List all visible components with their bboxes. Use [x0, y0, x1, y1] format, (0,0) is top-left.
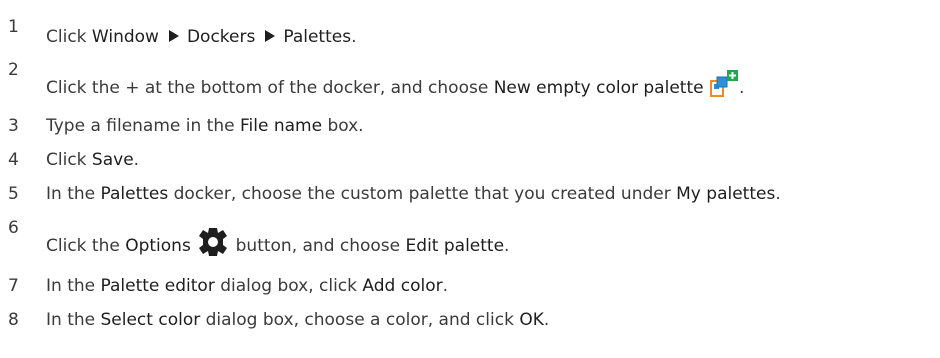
menu-dockers: Dockers — [186, 27, 256, 47]
new-empty-color-palette-label: New empty color palette — [493, 78, 704, 98]
step-text-plain: Click the + at the bottom of the docker,… — [46, 78, 494, 98]
menu-arrow-icon — [265, 30, 276, 42]
step-text: In the Palettes docker, choose the custo… — [46, 183, 781, 205]
step-number: 7 — [8, 276, 19, 296]
new-palette-icon — [709, 69, 739, 105]
edit-palette-label: Edit palette — [405, 236, 505, 256]
step-number: 6 — [8, 218, 19, 238]
menu-arrow-icon — [168, 30, 179, 42]
save-label: Save — [91, 150, 134, 170]
step-text-plain: In the — [46, 310, 101, 330]
gear-icon — [196, 227, 230, 263]
step-text-plain: . — [775, 184, 781, 204]
step-text-plain: dialog box, click — [214, 276, 363, 296]
step-text: Click the + at the bottom of the docker,… — [46, 69, 744, 105]
step-text-plain: . — [504, 236, 510, 256]
step-text-plain: Click — [46, 27, 92, 47]
add-color-label: Add color — [362, 276, 443, 296]
step-text-plain: . — [738, 78, 745, 98]
step-text-plain: dialog box, choose a color, and click — [200, 310, 520, 330]
palettes-docker-label: Palettes — [100, 184, 169, 204]
step-number: 4 — [8, 150, 19, 170]
step-number: 5 — [8, 184, 19, 204]
ok-label: OK — [519, 310, 544, 330]
select-color-label: Select color — [100, 310, 201, 330]
step-number: 3 — [8, 116, 19, 136]
step-text-plain: docker, choose the custom palette that y… — [168, 184, 677, 204]
step-text: Type a filename in the File name box. — [46, 115, 364, 137]
my-palettes-label: My palettes — [676, 184, 776, 204]
menu-palettes: Palettes — [283, 27, 352, 47]
step-text-plain: button, and choose — [230, 236, 406, 256]
step-text-plain: Click — [46, 150, 92, 170]
palette-editor-label: Palette editor — [100, 276, 215, 296]
step-number: 8 — [8, 310, 19, 330]
step-text-plain: In the — [46, 184, 101, 204]
file-name-label: File name — [239, 116, 323, 136]
step-text-plain: . — [351, 27, 357, 47]
step-text: In the Select color dialog box, choose a… — [46, 309, 549, 331]
step-text: Click the Options button, and choose Edi… — [46, 227, 509, 263]
step-text-plain: Click the — [46, 236, 126, 256]
options-label: Options — [125, 236, 191, 256]
step-text-plain: In the — [46, 276, 101, 296]
step-number: 2 — [8, 60, 19, 80]
step-text-plain: Type a filename in the — [46, 116, 240, 136]
step-number: 1 — [8, 17, 19, 37]
numbered-steps-list: 1 Click Window Dockers Palettes. 2 Click t… — [0, 0, 940, 358]
step-text-plain: . — [442, 276, 448, 296]
step-text-plain: . — [543, 310, 550, 330]
step-text-plain: . — [133, 150, 140, 170]
menu-window: Window — [91, 27, 159, 47]
step-text-plain: box. — [322, 116, 364, 136]
step-text: Click Window Dockers Palettes. — [46, 26, 356, 48]
step-text: Click Save. — [46, 149, 139, 171]
step-text: In the Palette editor dialog box, click … — [46, 275, 448, 297]
